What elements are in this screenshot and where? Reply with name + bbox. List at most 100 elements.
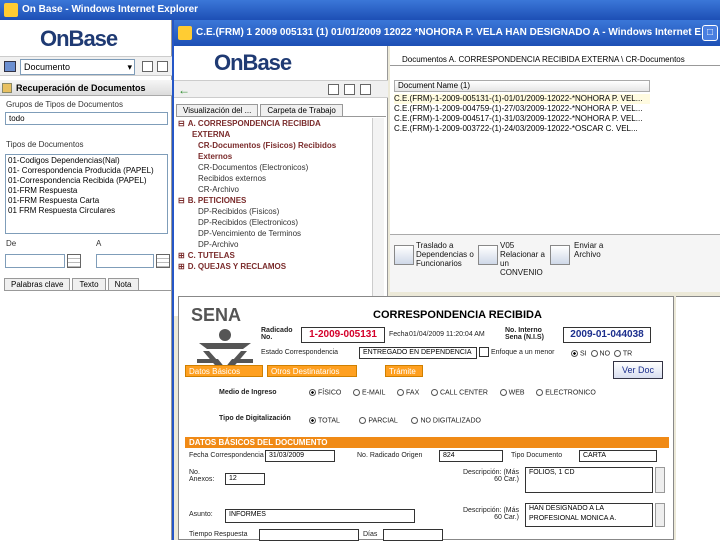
help-icon[interactable]	[142, 61, 153, 72]
digit-radio-group: TOTAL PARCIAL NO DIGITALIZADO	[309, 417, 481, 424]
radio-web[interactable]	[499, 389, 507, 396]
archive-icon[interactable]	[550, 245, 570, 265]
documents-column-header[interactable]: Document Name (1)	[394, 80, 650, 92]
form-title: CORRESPONDENCIA RECIBIDA	[373, 309, 542, 321]
table-row[interactable]: C.E.(FRM)-1-2009-005131-(1)-01/01/2009-1…	[394, 94, 650, 104]
desc2-scrollbar[interactable]	[655, 503, 665, 527]
radio-fisico[interactable]	[309, 389, 316, 396]
ver-doc-button[interactable]: Ver Doc	[613, 361, 663, 379]
fecha-corr-value[interactable]: 31/03/2009	[265, 450, 335, 462]
tree-node[interactable]: CR-Documentos (Fisicos) Recibidos	[178, 140, 368, 151]
tree-node-label: Recibidos externos	[198, 174, 267, 183]
tree-node[interactable]: Recibidos externos	[178, 173, 368, 184]
list-item[interactable]: 01- Correspondencia Producida (PAPEL)	[8, 166, 167, 176]
radio-email[interactable]	[353, 389, 361, 396]
tab-text[interactable]: Texto	[72, 278, 106, 290]
tree-node[interactable]: EXTERNA	[178, 129, 368, 140]
collapse-icon[interactable]: ⊟	[178, 119, 185, 128]
radio-electronico[interactable]	[536, 389, 544, 396]
medio-radio-group: FÍSICO E-MAIL FAX CALL CENTER WEB ELECTR…	[309, 389, 596, 396]
date-to-label: A	[96, 239, 102, 248]
action-archive[interactable]: Enviar a Archivo	[574, 241, 624, 259]
tree-node[interactable]: ⊟ A. CORRESPONDENCIA RECIBIDA	[178, 118, 368, 129]
collapse-icon[interactable]: ⊟	[178, 196, 185, 205]
types-list[interactable]: 01-Codigos Dependencias(Nal) 01- Corresp…	[5, 154, 168, 234]
radio-callcenter[interactable]	[430, 389, 438, 396]
settings-icon[interactable]	[360, 84, 371, 95]
tree-node-label: DP-Recibidos (Electronicos)	[198, 218, 299, 227]
help-icon[interactable]	[328, 84, 339, 95]
date-to-input[interactable]	[96, 254, 154, 268]
inner-window-title: C.E.(FRM) 1 2009 005131 (1) 01/01/2009 1…	[196, 27, 710, 38]
list-item[interactable]: 01-Codigos Dependencias(Nal)	[8, 156, 167, 166]
radio-web-label: WEB	[508, 389, 525, 397]
link-icon[interactable]	[478, 245, 498, 265]
maximize-button[interactable]: □	[702, 25, 718, 41]
action-transfer[interactable]: Traslado a Dependencias o Funcionarios	[416, 241, 476, 268]
desc1-value[interactable]: FOLIOS, 1 CD	[525, 467, 653, 493]
home-icon[interactable]	[344, 84, 355, 95]
inner-sidebar: OnBase ← Visualización del ... Carpeta de…	[174, 46, 388, 316]
tree-node[interactable]: ⊞ C. TUTELAS	[178, 250, 368, 261]
tree-node[interactable]: CR-Documentos (Electronicos)	[178, 162, 368, 173]
origen-value[interactable]: 824	[439, 450, 503, 462]
tree-node[interactable]: DP-Recibidos (Fisicos)	[178, 206, 368, 217]
dias-value[interactable]	[383, 529, 443, 541]
date-from-label: De	[6, 239, 17, 248]
back-arrow-icon[interactable]: ←	[178, 83, 190, 97]
enfoque-checkbox[interactable]	[479, 347, 489, 357]
medio-label: Medio de Ingreso	[219, 389, 277, 396]
table-row[interactable]: C.E.(FRM)-1-2009-004759-(1)-27/03/2009-1…	[394, 104, 650, 114]
calendar-icon[interactable]	[67, 254, 81, 268]
tree-node[interactable]: CR-Archivo	[178, 184, 368, 195]
transfer-icon[interactable]	[394, 245, 414, 265]
tiempo-value[interactable]	[259, 529, 359, 541]
tree-node[interactable]: ⊟ B. PETICIONES	[178, 195, 368, 206]
list-item[interactable]: 01-Correspondencia Recibida (PAPEL)	[8, 176, 167, 186]
folder-tree: ⊟ A. CORRESPONDENCIA RECIBIDA EXTERNA CR-Do…	[178, 118, 368, 316]
settings-icon[interactable]	[157, 61, 168, 72]
groups-input[interactable]: todo	[5, 112, 168, 125]
radicado-label: Radicado No.	[261, 327, 293, 341]
tree-scrollbar[interactable]	[372, 118, 384, 316]
table-row[interactable]: C.E.(FRM)-1-2009-004517-(1)-31/03/2009-1…	[394, 114, 650, 124]
list-item[interactable]: 01 FRM Respuesta Circulares	[8, 206, 167, 216]
tab-keywords[interactable]: Palabras clave	[4, 278, 71, 290]
calendar-icon[interactable]	[156, 254, 170, 268]
radio-no-digitalizado[interactable]	[411, 417, 419, 424]
tipo-value[interactable]: CARTA	[579, 450, 657, 462]
tab-otros-destinatarios[interactable]: Otros Destinatarios	[267, 365, 357, 377]
tab-note[interactable]: Nota	[107, 278, 139, 290]
expand-icon[interactable]: ⊞	[178, 251, 185, 260]
desc1-scrollbar[interactable]	[655, 467, 665, 493]
tab-viewer[interactable]: Visualización del ...	[176, 104, 259, 116]
ie-icon	[4, 3, 18, 17]
asunto-label: Asunto:	[189, 511, 213, 518]
tree-node[interactable]: ⊞ D. QUEJAS Y RECLAMOS	[178, 261, 368, 272]
document-combo[interactable]: Documento ▾	[20, 59, 135, 75]
radio-parcial[interactable]	[359, 417, 367, 424]
tree-node[interactable]: DP-Vencimiento de Terminos	[178, 228, 368, 239]
estado-value[interactable]: ENTREGADO EN DEPENDENCIA	[359, 347, 477, 359]
tree-node[interactable]: DP-Recibidos (Electronicos)	[178, 217, 368, 228]
tab-datos-basicos[interactable]: Datos Básicos	[185, 365, 263, 377]
expand-icon[interactable]: ⊞	[178, 262, 185, 271]
tab-tramite[interactable]: Trámite	[385, 365, 423, 377]
radio-no[interactable]	[590, 350, 598, 357]
anexos-value[interactable]: 12	[225, 473, 265, 485]
list-item[interactable]: 01-FRM Respuesta Carta	[8, 196, 167, 206]
radio-tr[interactable]	[613, 350, 621, 357]
asunto-value[interactable]: INFORMES	[225, 509, 415, 523]
list-item[interactable]: 01-FRM Respuesta	[8, 186, 167, 196]
tree-node-label: D. QUEJAS Y RECLAMOS	[187, 262, 287, 271]
date-from-input[interactable]	[5, 254, 65, 268]
desc2-value[interactable]: HAN DESIGNADO A LA PROFESIONAL MONICA A.	[525, 503, 653, 527]
radio-total[interactable]	[309, 417, 316, 424]
tree-node[interactable]: DP-Archivo	[178, 239, 368, 250]
table-row[interactable]: C.E.(FRM)-1-2009-003722-(1)-24/03/2009-1…	[394, 124, 650, 134]
action-relate[interactable]: V05 Relacionar a un CONVENIO	[500, 241, 550, 277]
tree-node[interactable]: Externos	[178, 151, 368, 162]
tab-workfolder[interactable]: Carpeta de Trabajo	[260, 104, 343, 116]
radio-fax[interactable]	[397, 389, 405, 396]
radio-si[interactable]	[571, 350, 578, 357]
